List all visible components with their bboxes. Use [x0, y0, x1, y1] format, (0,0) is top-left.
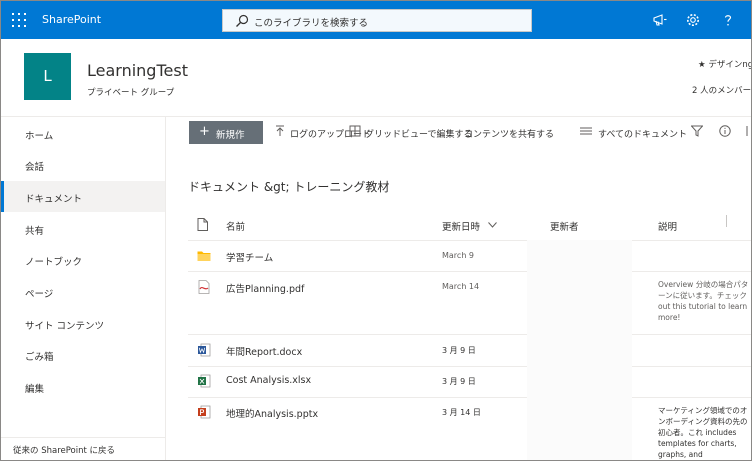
new-button-label: 新規作 [216, 130, 245, 141]
column-header-modified[interactable]: 更新日時 [442, 219, 480, 233]
nav-item-label: ホーム [25, 131, 54, 142]
view-options-icon[interactable] [580, 125, 592, 137]
modified-by-column [527, 240, 632, 460]
site-subtitle: プライベート グループ [87, 88, 175, 98]
nav-item-shared[interactable]: 共有 [1, 213, 165, 244]
design-link-label: デザインng [708, 60, 752, 70]
nav-item-home[interactable]: ホーム [1, 118, 165, 149]
folder-icon [197, 251, 211, 261]
command-bar: + 新規作 ログのアップロード グリッドビューで編集する コンテンツを共有する … [166, 117, 752, 147]
suite-bar: SharePoint このライブラリを検索する [1, 1, 751, 39]
modified-date: 3 月 14 日 [442, 408, 481, 417]
row-divider [188, 366, 527, 367]
column-divider [726, 215, 727, 227]
file-name-link[interactable]: 学習チーム [226, 250, 273, 264]
gear-icon[interactable] [685, 12, 701, 28]
file-description: マーケティング領域でのオンボーディング資料の先の初心者。これ includes … [658, 406, 748, 459]
breadcrumb[interactable]: ドキュメント &gt; トレーニング教材 [188, 178, 389, 195]
nav-item-label: 編集 [25, 384, 45, 395]
header-divider-line [188, 240, 751, 241]
app-launcher-icon[interactable] [12, 13, 26, 27]
all-documents-view[interactable]: すべてのドキュメント [598, 127, 687, 140]
nav-item-label: 共有 [25, 226, 45, 237]
members-link[interactable]: 2 人のメンバー [692, 84, 751, 96]
file-type-icon[interactable] [197, 218, 208, 231]
nav-item-label: 会話 [25, 162, 45, 173]
help-icon[interactable] [720, 12, 736, 28]
row-divider [632, 334, 751, 335]
column-header-description[interactable]: 説明 [658, 219, 677, 233]
nav-item-edit[interactable]: 編集 [1, 371, 165, 402]
sharepoint-window: SharePoint このライブラリを検索する L LearningTest プ… [0, 0, 752, 461]
classic-link-label: 従来の SharePoint に戻る [13, 446, 116, 456]
row-divider [188, 271, 527, 272]
modified-date: 3 月 9 日 [442, 346, 476, 355]
grid-edit-button[interactable]: グリッドビューで編集する [365, 127, 472, 140]
search-placeholder: このライブラリを検索する [254, 18, 369, 29]
column-header-name[interactable]: 名前 [226, 219, 245, 233]
search-icon [236, 14, 249, 27]
file-description: Overview 分岐の場合パターンに従います。チェック out this tu… [658, 280, 749, 322]
grid-edit-icon[interactable] [349, 125, 361, 137]
filter-icon[interactable] [691, 125, 703, 137]
nav-item-site-contents[interactable]: サイト コンテンツ [1, 308, 165, 339]
column-header-modified-by[interactable]: 更新者 [550, 219, 579, 233]
nav-item-label: ドキュメント [25, 194, 83, 205]
modified-date: March 9 [442, 251, 475, 260]
file-name-link[interactable]: 地理的Analysis.pptx [226, 406, 318, 420]
design-link[interactable]: ★ デザインng [698, 58, 752, 70]
classic-sharepoint-link[interactable]: 従来の SharePoint に戻る [1, 437, 165, 460]
row-divider [632, 397, 751, 398]
powerpoint-file-icon [198, 405, 211, 419]
pdf-file-icon [198, 280, 210, 294]
modified-date: March 14 [442, 282, 480, 291]
file-name-link[interactable]: 広告Planning.pdf [226, 281, 304, 295]
nav-item-pages[interactable]: ページ [1, 276, 165, 307]
left-nav: ホーム 会話 ドキュメント 共有 ノートブック ページ サイト コンテンツ ごみ… [1, 117, 166, 460]
nav-item-documents[interactable]: ドキュメント [1, 181, 165, 212]
nav-item-label: ノートブック [25, 257, 83, 268]
row-divider [632, 366, 751, 367]
row-divider [632, 271, 751, 272]
modified-date: 3 月 9 日 [442, 377, 476, 386]
word-file-icon [198, 343, 211, 357]
brand-name[interactable]: SharePoint [42, 13, 101, 26]
site-logo[interactable]: L [24, 53, 71, 100]
site-title[interactable]: LearningTest [87, 61, 188, 80]
nav-item-recycle-bin[interactable]: ごみ箱 [1, 339, 165, 370]
row-divider [188, 397, 527, 398]
file-name-link[interactable]: Cost Analysis.xlsx [226, 375, 311, 386]
search-input[interactable]: このライブラリを検索する [222, 9, 532, 32]
expand-icon[interactable] [746, 125, 752, 137]
excel-file-icon [198, 374, 211, 388]
share-content-button[interactable]: コンテンツを共有する [464, 127, 554, 140]
nav-item-conversations[interactable]: 会話 [1, 149, 165, 180]
nav-item-label: ページ [25, 289, 54, 300]
file-name-link[interactable]: 年間Report.docx [226, 344, 302, 358]
new-button[interactable]: + 新規作 [189, 121, 263, 144]
upload-icon[interactable] [274, 125, 286, 137]
plus-icon: + [199, 124, 210, 139]
chevron-down-icon[interactable] [488, 222, 497, 228]
megaphone-icon[interactable] [652, 12, 668, 28]
row-divider [188, 334, 527, 335]
nav-item-label: ごみ箱 [25, 352, 54, 363]
nav-item-notebook[interactable]: ノートブック [1, 244, 165, 275]
info-icon[interactable] [719, 125, 731, 137]
nav-item-label: サイト コンテンツ [25, 321, 105, 332]
